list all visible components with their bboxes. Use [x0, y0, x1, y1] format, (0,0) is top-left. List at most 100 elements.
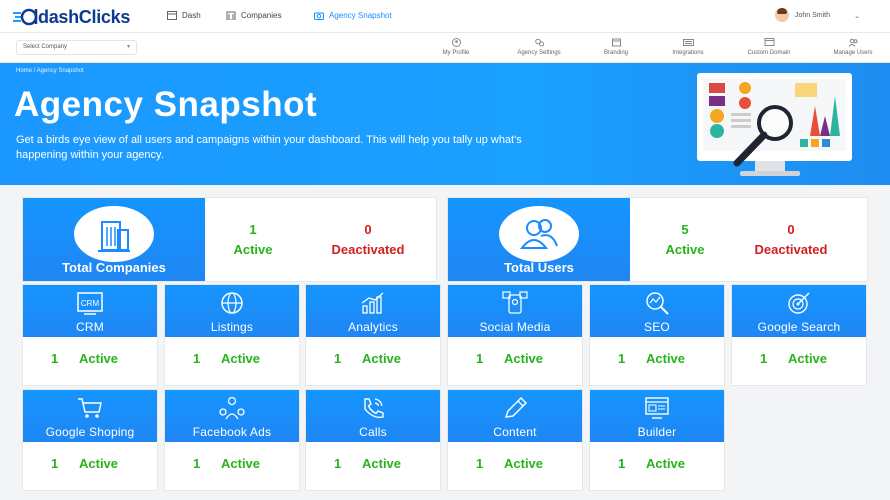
svg-text:CRM: CRM [81, 299, 100, 308]
subnav-agency-settings-label: Agency Settings [517, 50, 561, 56]
tile-crm-title: CRM [76, 320, 104, 334]
social-media-icon [502, 291, 528, 314]
tile-social-media-title: Social Media [479, 320, 551, 334]
tile-builder[interactable]: Builder 1 Active [589, 389, 725, 491]
phone-icon [364, 398, 384, 419]
subnav-my-profile[interactable]: My Profile [421, 38, 491, 56]
subnav-branding[interactable]: Branding [581, 38, 651, 56]
tile-facebook-ads-status: Active [221, 456, 261, 471]
subnav-integrations-label: Integrations [672, 50, 704, 56]
tile-builder-header: Builder [590, 390, 724, 442]
builder-icon [645, 397, 669, 419]
tile-google-shoping-status: Active [79, 456, 119, 471]
tile-google-shoping[interactable]: Google Shoping 1 Active [22, 389, 158, 491]
logo[interactable]: dashClicks [12, 6, 130, 28]
tile-crm-count: 1 [51, 351, 59, 366]
tile-listings-status: Active [221, 351, 261, 366]
stat-companies-deactivated-count: 0 [364, 222, 372, 237]
tile-listings-header: Listings [165, 285, 299, 337]
subnav-agency-settings[interactable]: Agency Settings [504, 38, 574, 56]
stat-companies-header: Total Companies [23, 198, 205, 281]
nav-dash-label: Dash [182, 11, 201, 20]
nav-companies[interactable]: Companies [226, 11, 281, 20]
logo-icon [13, 8, 38, 26]
user-menu[interactable]: John Smith [774, 8, 830, 22]
nav-agency-snapshot[interactable]: Agency Snapshot [314, 11, 392, 20]
subnav-custom-domain[interactable]: Custom Domain [734, 38, 804, 56]
integrations-icon [682, 39, 694, 46]
stat-companies-deactivated-label: Deactivated [331, 242, 405, 257]
tile-analytics-title: Analytics [348, 320, 398, 334]
tile-social-media[interactable]: Social Media 1 Active [447, 284, 583, 386]
branding-icon [611, 38, 621, 47]
tile-social-media-status: Active [504, 351, 544, 366]
stat-users-active-count: 5 [681, 222, 689, 237]
chevron-down-icon[interactable]: ⌄ [854, 12, 860, 20]
avatar [774, 8, 789, 22]
stat-card-companies: Total Companies 1 Active 0 Deactivated [22, 197, 437, 282]
top-nav: dashClicks Dash Companies Agency Snapsho… [0, 0, 890, 33]
tile-facebook-ads-header: Facebook Ads [165, 390, 299, 442]
logo-text: dashClicks [38, 6, 131, 27]
tile-content-count: 1 [476, 456, 484, 471]
tile-seo-title: SEO [644, 320, 670, 334]
domain-icon [764, 38, 774, 46]
stat-card-users: Total Users 5 Active 0 Deactivated [447, 197, 868, 282]
tile-content-title: Content [493, 425, 537, 439]
sub-nav: Select Company ▾ My Profile Agency Setti… [0, 33, 890, 63]
tile-google-shoping-header: Google Shoping [23, 390, 157, 442]
dashboard-icon [167, 11, 177, 20]
tile-google-shoping-title: Google Shoping [45, 425, 135, 439]
caret-down-icon: ▾ [126, 44, 130, 50]
company-select[interactable]: Select Company ▾ [16, 40, 137, 55]
tile-google-search-count: 1 [760, 351, 768, 366]
nav-dash[interactable]: Dash [167, 11, 201, 20]
cart-icon [78, 398, 102, 418]
tile-analytics-count: 1 [334, 351, 342, 366]
analytics-icon [361, 292, 384, 314]
tile-builder-title: Builder [637, 425, 677, 439]
tile-facebook-ads[interactable]: Facebook Ads 1 Active [164, 389, 300, 491]
tile-seo[interactable]: SEO 1 Active [589, 284, 725, 386]
tile-google-search[interactable]: Google Search 1 Active [731, 284, 867, 386]
subnav-integrations[interactable]: Integrations [653, 38, 723, 56]
stat-users-active-label: Active [665, 242, 705, 257]
tile-google-search-header: Google Search [732, 285, 866, 337]
page-description: Get a birds eye view of all users and ca… [16, 134, 522, 161]
tile-calls-count: 1 [334, 456, 342, 471]
page-title: Agency Snapshot [14, 85, 318, 124]
user-name: John Smith [794, 11, 830, 19]
tile-listings[interactable]: Listings 1 Active [164, 284, 300, 386]
tile-social-media-header: Social Media [448, 285, 582, 337]
stat-companies-active-count: 1 [249, 222, 257, 237]
stat-companies-active-label: Active [233, 242, 273, 257]
tile-analytics[interactable]: Analytics 1 Active [305, 284, 441, 386]
seo-icon [646, 292, 669, 315]
google-search-icon [788, 292, 810, 314]
tile-calls-status: Active [362, 456, 402, 471]
facebook-ads-icon [219, 396, 245, 420]
tile-crm[interactable]: CRM CRM 1 Active [22, 284, 158, 386]
tile-seo-header: SEO [590, 285, 724, 337]
tile-seo-status: Active [646, 351, 686, 366]
tile-listings-count: 1 [193, 351, 201, 366]
tile-google-shoping-count: 1 [51, 456, 59, 471]
breadcrumb[interactable]: Home / Agency Snapshot [16, 68, 84, 74]
tile-analytics-header: Analytics [306, 285, 440, 337]
subnav-manage-users[interactable]: Manage Users [818, 38, 888, 56]
tile-content-header: Content [448, 390, 582, 442]
subnav-manage-users-label: Manage Users [833, 50, 873, 56]
subnav-custom-domain-label: Custom Domain [747, 50, 791, 56]
stat-companies-icon-circle [74, 206, 154, 262]
tile-builder-status: Active [646, 456, 686, 471]
tile-google-search-status: Active [788, 351, 828, 366]
tile-google-search-title: Google Search [757, 320, 841, 334]
stat-companies-label: Total Companies [62, 260, 166, 275]
stat-users-label: Total Users [504, 260, 574, 275]
tile-facebook-ads-title: Facebook Ads [192, 425, 272, 439]
tile-calls[interactable]: Calls 1 Active [305, 389, 441, 491]
tile-content[interactable]: Content 1 Active [447, 389, 583, 491]
tile-content-status: Active [504, 456, 544, 471]
tile-calls-title: Calls [359, 425, 387, 439]
subnav-my-profile-label: My Profile [442, 50, 470, 56]
